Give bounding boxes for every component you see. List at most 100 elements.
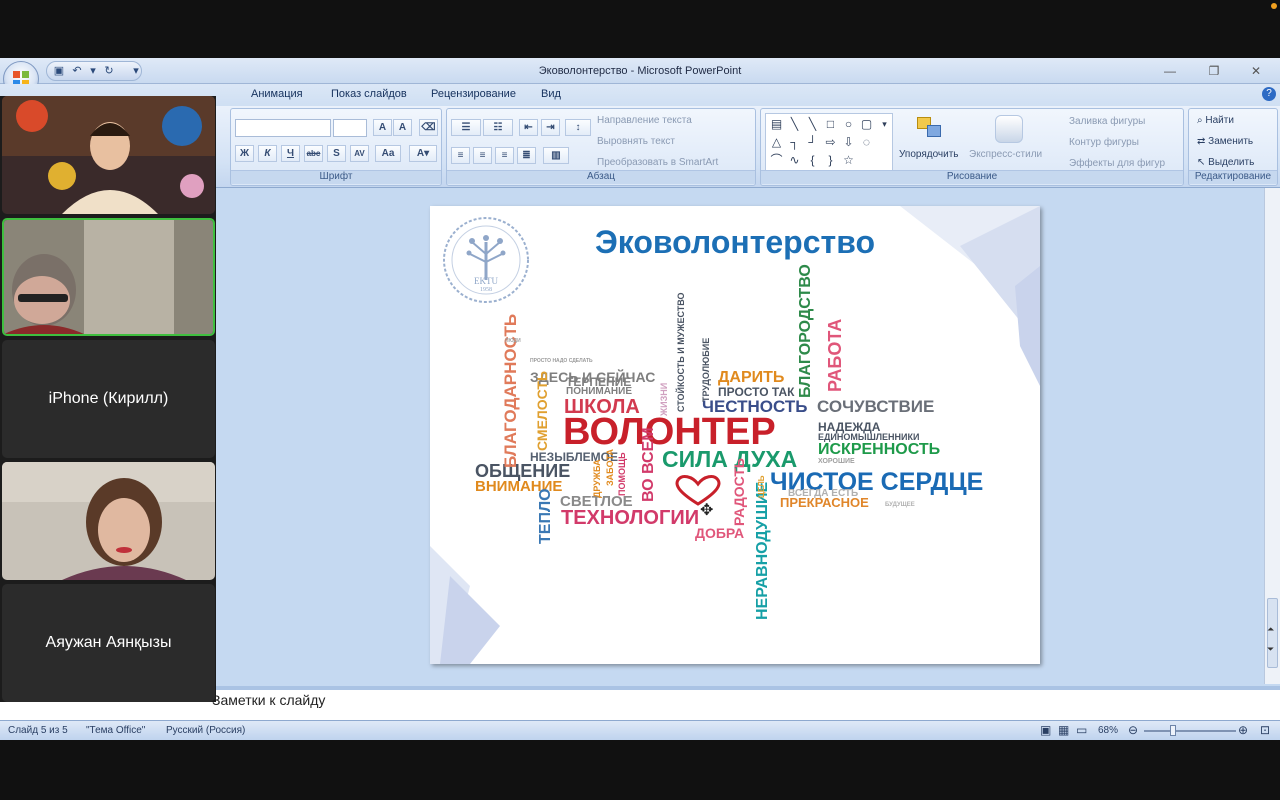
redo-icon[interactable]: ↻ xyxy=(101,63,117,79)
recording-indicator-icon xyxy=(1271,3,1277,9)
bold-icon[interactable]: Ж xyxy=(235,145,254,162)
arrange-icon[interactable] xyxy=(915,115,945,143)
zoom-slider-thumb[interactable] xyxy=(1170,725,1176,736)
rounded-rect-shape-icon[interactable]: ▢ xyxy=(858,116,875,133)
curve-shape-icon[interactable]: ∿ xyxy=(786,152,803,169)
undo-icon[interactable]: ↶ xyxy=(69,63,85,79)
textbox-shape-icon[interactable]: ▤ xyxy=(768,116,785,133)
strikethrough-icon[interactable]: abc xyxy=(304,145,323,162)
columns-icon[interactable]: ▥ xyxy=(543,147,569,164)
line-shape-icon[interactable]: ╲ xyxy=(804,116,821,133)
participant-name: Аяужан Аянқызы xyxy=(45,634,172,651)
word-cloud-item: ДАРИТЬ xyxy=(718,369,785,386)
font-color-icon[interactable]: A▾ xyxy=(409,145,437,162)
tab-slideshow[interactable]: Показ слайдов xyxy=(331,88,407,100)
shadow-icon[interactable]: S xyxy=(327,145,346,162)
participant-tile[interactable]: iPhone (Кирилл) xyxy=(2,340,215,458)
quick-styles-icon[interactable] xyxy=(995,115,1023,143)
word-cloud-item: ДОБРА xyxy=(695,525,745,541)
decrease-indent-icon[interactable]: ⇤ xyxy=(519,119,538,136)
restore-icon[interactable]: ❐ xyxy=(1204,62,1224,80)
smartart-button[interactable]: Преобразовать в SmartArt xyxy=(597,157,718,168)
connector-shape-icon[interactable]: ┐ xyxy=(786,134,803,151)
oval-shape-icon[interactable]: ○ xyxy=(840,116,857,133)
zoom-in-icon[interactable]: ⊕ xyxy=(1238,723,1248,737)
participant-tile[interactable] xyxy=(2,96,215,214)
line-shape-icon[interactable]: ╲ xyxy=(786,116,803,133)
normal-view-icon[interactable]: ▣ xyxy=(1040,723,1051,737)
star-shape-icon[interactable]: ☆ xyxy=(840,152,857,169)
arrange-button[interactable]: Упорядочить xyxy=(899,149,959,160)
align-left-icon[interactable]: ≡ xyxy=(451,147,470,164)
rectangle-shape-icon[interactable]: □ xyxy=(822,116,839,133)
brace-shape-icon[interactable]: { xyxy=(804,152,821,169)
font-group: A A ⌫ Ж К Ч abc S AV Aa A▾ Шрифт xyxy=(230,108,442,186)
close-icon[interactable]: ✕ xyxy=(1246,62,1266,80)
down-arrow-shape-icon[interactable]: ⇩ xyxy=(840,134,857,151)
quick-styles-button[interactable]: Экспресс-стили xyxy=(969,149,1042,160)
save-icon[interactable]: ▣ xyxy=(51,63,67,79)
participant-tile-active-speaker[interactable] xyxy=(2,218,215,336)
justify-icon[interactable]: ≣ xyxy=(517,147,536,164)
bullets-icon[interactable]: ☰ xyxy=(451,119,481,136)
font-name-field[interactable] xyxy=(235,119,331,137)
tab-view[interactable]: Вид xyxy=(541,88,561,100)
slide-sorter-icon[interactable]: ▦ xyxy=(1058,723,1069,737)
find-label: Найти xyxy=(1205,115,1234,126)
select-button[interactable]: ↖ Выделить xyxy=(1197,157,1254,168)
line-spacing-icon[interactable]: ↕ xyxy=(565,119,591,136)
notes-placeholder[interactable]: Заметки к слайду xyxy=(212,692,325,708)
prev-slide-icon[interactable]: ⏶ xyxy=(1267,624,1274,635)
connector-shape-icon[interactable]: ┘ xyxy=(804,134,821,151)
shapes-gallery[interactable]: ▤ ╲ ╲ □ ○ ▢ △ ┐ ┘ ⇨ ⇩ ◌ ⌒ ∿ { } ☆ ▾ xyxy=(765,113,893,171)
chevron-down-icon[interactable]: ▾ xyxy=(85,63,101,79)
participant-tile[interactable]: Аяужан Аянқызы xyxy=(2,584,215,702)
font-size-field[interactable] xyxy=(333,119,367,137)
paragraph-group-label: Абзац xyxy=(447,170,755,184)
participant-gallery: iPhone (Кирилл) Аяужан Аянқызы xyxy=(0,96,216,702)
text-direction-button[interactable]: Направление текста xyxy=(597,115,692,126)
italic-icon[interactable]: К xyxy=(258,145,277,162)
shape-outline-button[interactable]: Контур фигуры xyxy=(1069,137,1139,148)
slide-canvas[interactable]: EKTU 1958 Эковолонтерство ЗДЕСЬ И СЕЙЧАС… xyxy=(430,206,1040,664)
participant-tile[interactable] xyxy=(2,462,215,580)
arc-shape-icon[interactable]: ⌒ xyxy=(768,152,785,169)
zoom-out-icon[interactable]: ⊖ xyxy=(1128,723,1138,737)
language-indicator[interactable]: Русский (Россия) xyxy=(166,725,245,736)
clear-format-icon[interactable]: ⌫ xyxy=(419,119,438,136)
tab-animation[interactable]: Анимация xyxy=(251,88,303,100)
word-cloud-item: ЦЕЛЬ xyxy=(757,475,766,498)
minimize-icon[interactable]: — xyxy=(1160,62,1180,80)
align-center-icon[interactable]: ≡ xyxy=(473,147,492,164)
brace-shape-icon[interactable]: } xyxy=(822,152,839,169)
vertical-scrollbar[interactable]: ⏶ ⏷ xyxy=(1264,188,1280,684)
fit-window-icon[interactable]: ⊡ xyxy=(1260,723,1270,737)
customize-qat-icon[interactable]: ▾ xyxy=(128,63,144,79)
find-button[interactable]: ⌕ Найти xyxy=(1197,115,1234,126)
zoom-slider[interactable] xyxy=(1144,730,1236,732)
slide-title: Эковолонтерство xyxy=(595,224,875,260)
underline-icon[interactable]: Ч xyxy=(281,145,300,162)
help-icon[interactable]: ? xyxy=(1262,87,1276,101)
logo-year: 1958 xyxy=(480,287,492,293)
callout-shape-icon[interactable]: ◌ xyxy=(858,134,875,151)
shrink-font-icon[interactable]: A xyxy=(393,119,412,136)
spacing-icon[interactable]: AV xyxy=(350,145,369,162)
shape-fill-button[interactable]: Заливка фигуры xyxy=(1069,116,1145,127)
right-arrow-shape-icon[interactable]: ⇨ xyxy=(822,134,839,151)
replace-button[interactable]: ⇄ Заменить xyxy=(1197,136,1253,147)
next-slide-icon[interactable]: ⏷ xyxy=(1267,644,1274,655)
triangle-shape-icon[interactable]: △ xyxy=(768,134,785,151)
change-case-icon[interactable]: Aa xyxy=(375,145,401,162)
tab-review[interactable]: Рецензирование xyxy=(431,88,516,100)
drawing-group: ▤ ╲ ╲ □ ○ ▢ △ ┐ ┘ ⇨ ⇩ ◌ ⌒ ∿ { } ☆ ▾ Упор… xyxy=(760,108,1184,186)
align-right-icon[interactable]: ≡ xyxy=(495,147,514,164)
numbering-icon[interactable]: ☷ xyxy=(483,119,513,136)
shape-effects-button[interactable]: Эффекты для фигур xyxy=(1069,158,1165,169)
grow-font-icon[interactable]: A xyxy=(373,119,392,136)
align-text-button[interactable]: Выровнять текст xyxy=(597,136,675,147)
zoom-level[interactable]: 68% xyxy=(1098,725,1118,736)
slideshow-view-icon[interactable]: ▭ xyxy=(1076,723,1087,737)
increase-indent-icon[interactable]: ⇥ xyxy=(541,119,560,136)
gallery-more-icon[interactable]: ▾ xyxy=(876,116,893,133)
